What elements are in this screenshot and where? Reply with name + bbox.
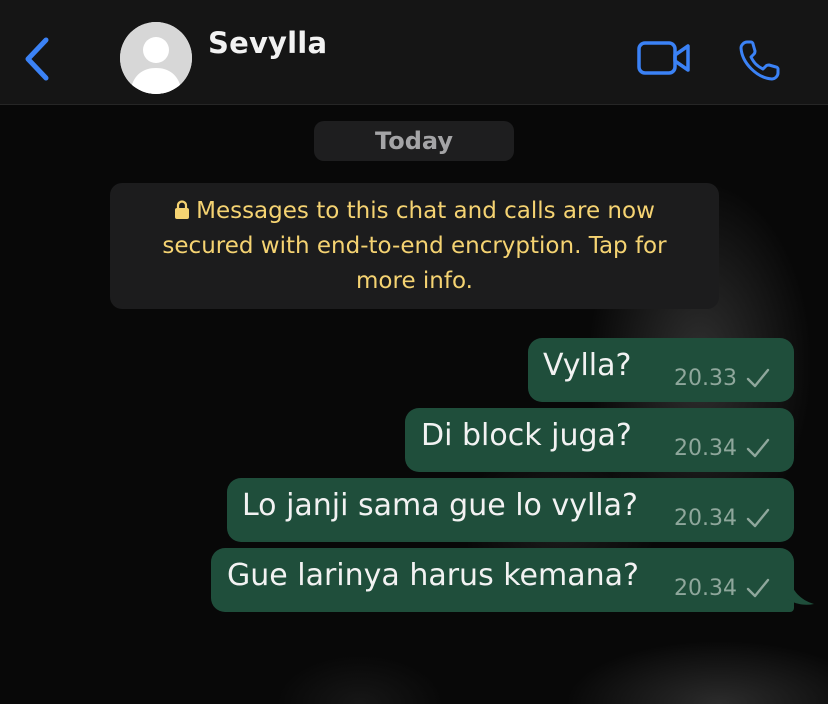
message-bubble[interactable]: Vylla? 20.33: [528, 338, 794, 402]
encryption-notice[interactable]: Messages to this chat and calls are now …: [110, 183, 719, 309]
message-bubble[interactable]: Lo janji sama gue lo vylla? 20.34: [227, 478, 794, 542]
chat-header: Sevylla: [0, 0, 828, 105]
chevron-left-icon: [25, 37, 49, 81]
encryption-notice-text: Messages to this chat and calls are now …: [162, 198, 667, 294]
message-bubble[interactable]: Gue larinya harus kemana? 20.34: [211, 548, 794, 612]
check-icon: [746, 508, 770, 528]
message-text: Gue larinya harus kemana?: [227, 558, 639, 593]
message-time: 20.34: [674, 576, 737, 601]
back-button[interactable]: [18, 34, 58, 84]
message-time: 20.34: [674, 506, 737, 531]
message-time: 20.33: [674, 366, 737, 391]
message-time: 20.34: [674, 436, 737, 461]
lock-icon: [175, 200, 190, 219]
date-separator: Today: [314, 121, 514, 161]
check-icon: [746, 578, 770, 598]
check-icon: [746, 368, 770, 388]
message-bubble[interactable]: Di block juga? 20.34: [405, 408, 794, 472]
chat-screen: Sevylla Today Messages to this chat and …: [0, 0, 828, 704]
bubble-tail: [786, 580, 814, 605]
message-text: Di block juga?: [421, 418, 632, 453]
message-text: Vylla?: [543, 348, 632, 383]
video-call-button[interactable]: [634, 36, 694, 80]
person-silhouette-icon: [120, 22, 192, 94]
video-camera-icon: [637, 41, 690, 75]
phone-icon: [739, 40, 780, 81]
voice-call-button[interactable]: [738, 38, 782, 82]
contact-name[interactable]: Sevylla: [208, 26, 327, 60]
contact-avatar[interactable]: [120, 22, 192, 94]
message-text: Lo janji sama gue lo vylla?: [242, 488, 638, 523]
check-icon: [746, 438, 770, 458]
